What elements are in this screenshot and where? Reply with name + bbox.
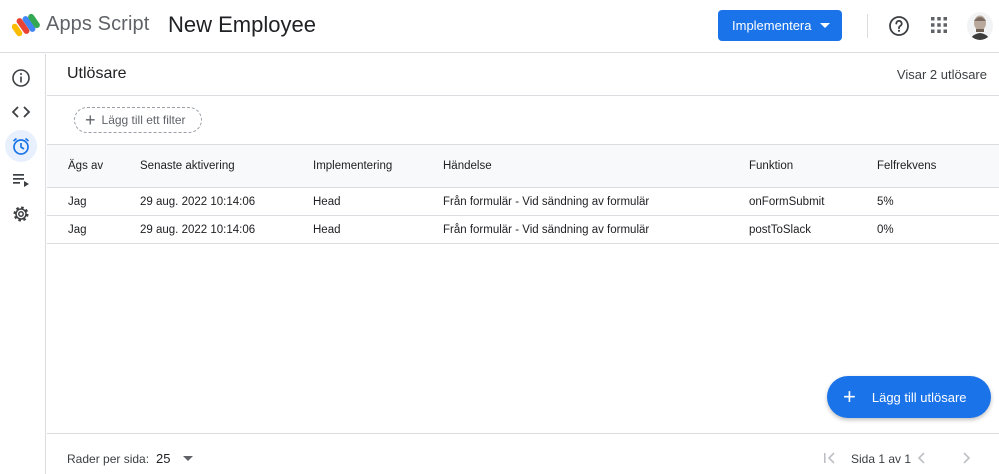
- cell-function: postToSlack: [749, 215, 877, 244]
- column-header-event[interactable]: Händelse: [443, 144, 749, 188]
- top-app-bar: Apps Script New Employee Implementera: [0, 0, 999, 53]
- plus-icon: +: [843, 384, 856, 409]
- rows-per-page-select[interactable]: 25: [156, 451, 170, 466]
- table-header-row: Ägs av Senaste aktivering Implementering…: [47, 144, 999, 188]
- table-row[interactable]: Jag 29 aug. 2022 10:14:06 Head Från form…: [47, 187, 999, 216]
- rows-per-page-label: Rader per sida:: [67, 452, 150, 466]
- settings-gear-icon: [13, 206, 29, 222]
- plus-icon: +: [85, 110, 96, 130]
- nav-editor[interactable]: [5, 96, 37, 128]
- side-nav: [0, 54, 46, 474]
- cell-owner: Jag: [47, 187, 140, 216]
- dropdown-arrow-icon[interactable]: [183, 456, 193, 461]
- nav-triggers[interactable]: [5, 130, 37, 162]
- cell-deployment: Head: [313, 187, 443, 216]
- previous-page-icon[interactable]: [913, 449, 931, 467]
- help-icon[interactable]: [888, 15, 910, 37]
- cell-last-run: 29 aug. 2022 10:14:06: [140, 187, 313, 216]
- column-header-owner[interactable]: Ägs av: [47, 144, 140, 188]
- executions-icon: [13, 174, 29, 187]
- add-filter-button[interactable]: + Lägg till ett filter: [74, 107, 202, 133]
- cell-error-rate: 5%: [877, 187, 999, 216]
- nav-settings[interactable]: [5, 198, 37, 230]
- apps-grid-icon[interactable]: [931, 17, 947, 33]
- pagination-footer: Rader per sida: 25 Sida 1 av 1: [47, 433, 999, 474]
- trigger-count: Visar 2 utlösare: [896, 67, 987, 82]
- first-page-icon[interactable]: [821, 449, 839, 467]
- column-header-function[interactable]: Funktion: [749, 144, 877, 188]
- nav-executions[interactable]: [5, 164, 37, 196]
- header-divider: [867, 14, 868, 38]
- project-name[interactable]: New Employee: [168, 12, 316, 38]
- info-icon: [12, 69, 30, 87]
- app-name[interactable]: Apps Script: [46, 13, 149, 36]
- cell-event: Från formulär - Vid sändning av formulär: [443, 215, 749, 244]
- page-info: Sida 1 av 1: [851, 452, 912, 466]
- cell-deployment: Head: [313, 215, 443, 244]
- cell-error-rate: 0%: [877, 215, 999, 244]
- add-trigger-button[interactable]: + Lägg till utlösare: [827, 376, 991, 418]
- add-trigger-label: Lägg till utlösare: [871, 389, 967, 405]
- title-bar: Utlösare Visar 2 utlösare: [47, 54, 999, 96]
- deploy-button[interactable]: Implementera: [718, 10, 842, 41]
- cell-function: onFormSubmit: [749, 187, 877, 216]
- deploy-button-label: Implementera: [732, 18, 812, 33]
- triggers-clock-icon: [12, 137, 30, 155]
- add-filter-label: Lägg till ett filter: [101, 113, 186, 127]
- cell-owner: Jag: [47, 215, 140, 244]
- nav-overview[interactable]: [5, 62, 37, 94]
- triggers-table: Ägs av Senaste aktivering Implementering…: [47, 144, 999, 244]
- column-header-last-run[interactable]: Senaste aktivering: [140, 144, 313, 188]
- cell-event: Från formulär - Vid sändning av formulär: [443, 187, 749, 216]
- avatar[interactable]: [967, 12, 993, 40]
- next-page-icon[interactable]: [957, 449, 975, 467]
- column-header-error-rate[interactable]: Felfrekvens: [877, 144, 999, 188]
- page-title: Utlösare: [67, 65, 127, 82]
- apps-script-logo[interactable]: [12, 13, 40, 37]
- triggers-panel: Utlösare Visar 2 utlösare + Lägg till et…: [47, 54, 999, 474]
- table-row[interactable]: Jag 29 aug. 2022 10:14:06 Head Från form…: [47, 215, 999, 244]
- column-header-deployment[interactable]: Implementering: [313, 144, 443, 188]
- chevron-down-icon: [820, 23, 830, 28]
- code-editor-icon: [11, 106, 31, 118]
- cell-last-run: 29 aug. 2022 10:14:06: [140, 215, 313, 244]
